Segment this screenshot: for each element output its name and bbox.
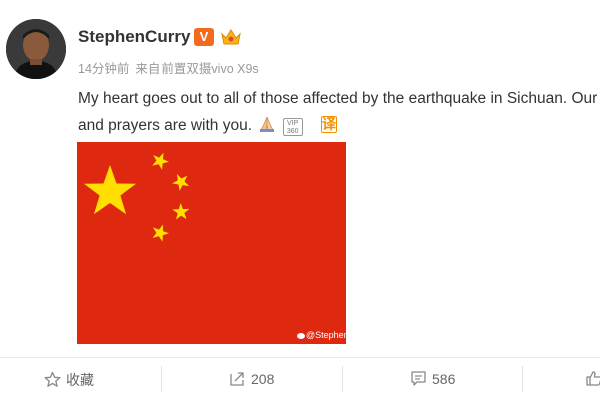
comment-bubble-icon <box>411 371 426 386</box>
post-time[interactable]: 14分钟前 <box>78 62 129 76</box>
image-watermark-text: @StephenCurry <box>306 330 346 340</box>
action-separator <box>161 366 162 392</box>
crown-icon[interactable] <box>220 27 242 47</box>
repost-count: 208 <box>251 371 275 387</box>
action-separator <box>342 366 343 392</box>
favorite-label: 收藏 <box>66 372 94 388</box>
username[interactable]: StephenCurry <box>78 27 190 47</box>
verified-badge[interactable]: V <box>194 28 214 46</box>
post-text-line-1: My heart goes out to all of those affect… <box>78 90 600 107</box>
comment-button[interactable]: 586 <box>410 370 455 392</box>
post-text-line-2-text: and prayers are with you. <box>78 117 253 134</box>
comment-count: 586 <box>432 371 456 387</box>
avatar-image <box>6 19 66 79</box>
repost-button[interactable]: 208 <box>229 370 274 392</box>
post-text: My heart goes out to all of those affect… <box>78 85 600 139</box>
vip-label-top: VIP <box>287 120 299 127</box>
translate-icon[interactable]: 译 <box>320 116 337 133</box>
thumbs-up-icon <box>586 371 600 386</box>
star-outline-icon <box>44 371 61 387</box>
praying-hands-emoji-icon <box>260 116 275 132</box>
post-source[interactable]: 前置双摄vivo X9s <box>161 62 258 76</box>
source-prefix: 来自 <box>135 62 161 76</box>
like-button[interactable] <box>586 370 600 392</box>
china-flag-image[interactable] <box>77 142 346 344</box>
post-text-line-2: and prayers are with you. VIP 360 译 <box>78 112 600 139</box>
favorite-button[interactable]: 收藏 <box>44 370 94 392</box>
avatar[interactable] <box>6 19 66 79</box>
action-separator <box>522 366 523 392</box>
flag-background <box>77 142 346 344</box>
post-meta: 14分钟前 来自前置双摄vivo X9s <box>78 58 265 77</box>
image-watermark: @StephenCurry <box>297 330 346 340</box>
weibo-logo-icon <box>297 333 305 339</box>
vip-label-bottom: 360 <box>286 128 299 135</box>
action-bar-divider <box>0 357 600 358</box>
vip-emoji-icon: VIP 360 <box>282 118 303 136</box>
share-arrow-icon <box>230 372 244 386</box>
